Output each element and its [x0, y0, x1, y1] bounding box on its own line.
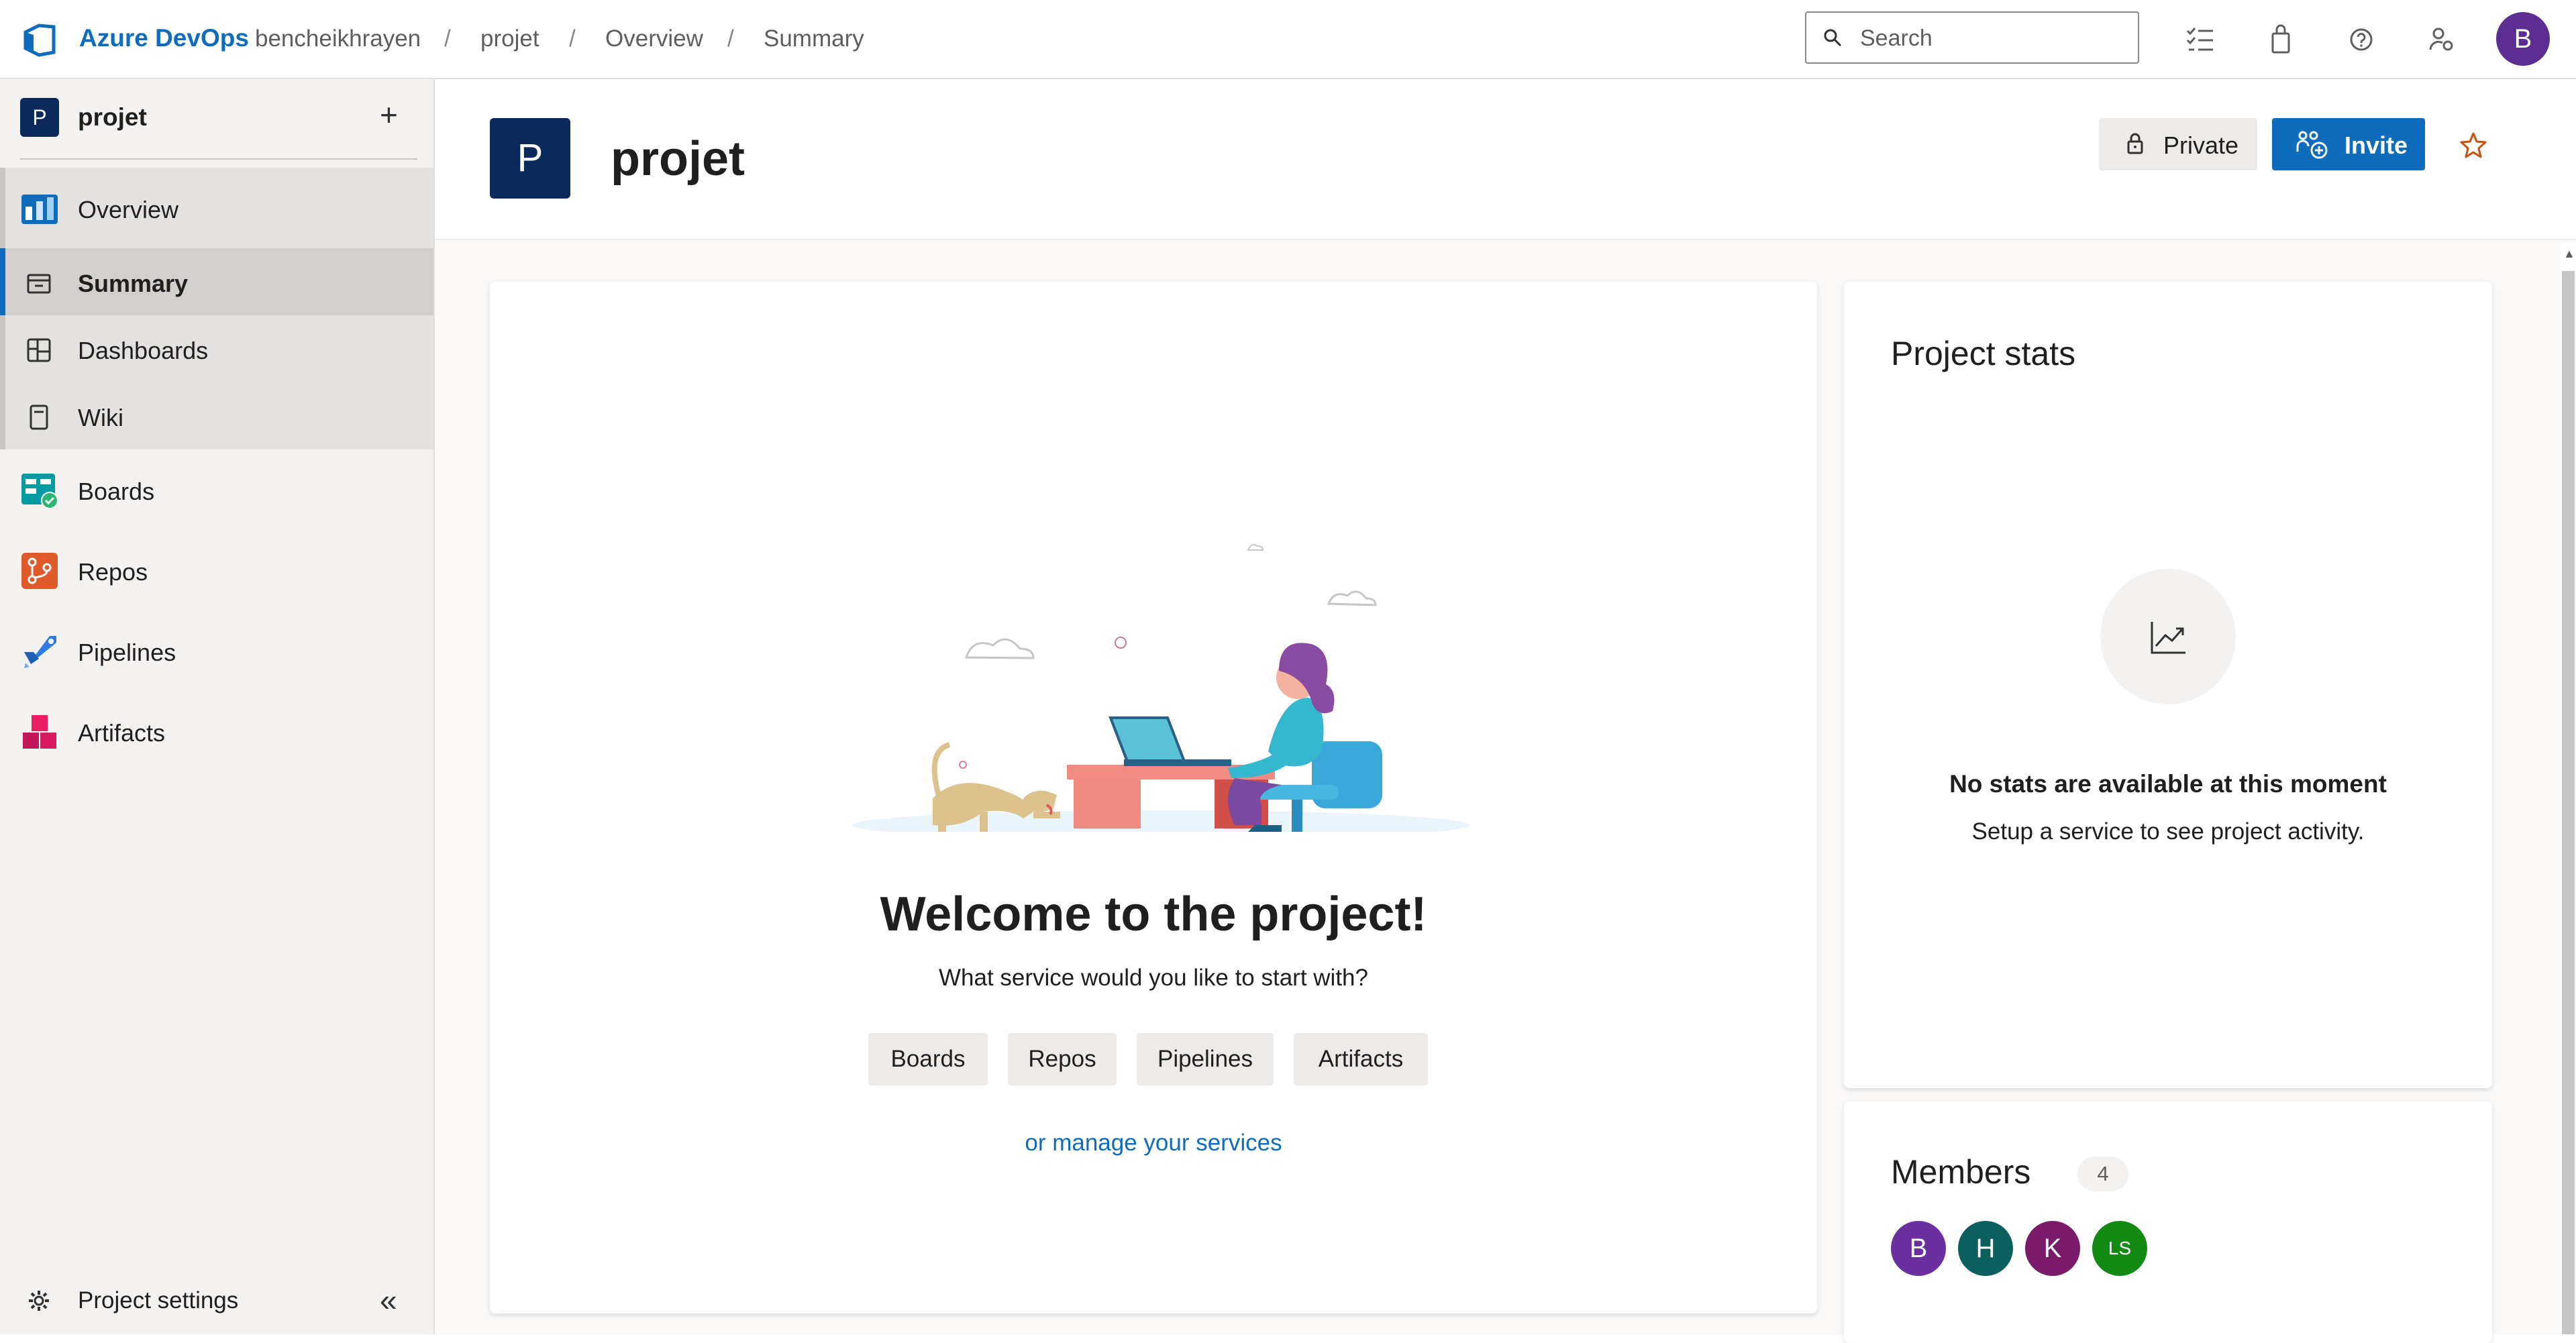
service-boards-button[interactable]: Boards [868, 1033, 988, 1085]
project-stats-title: Project stats [1891, 335, 2076, 372]
sidebar-item-dashboards[interactable]: Dashboards [0, 315, 433, 382]
artifacts-icon [23, 715, 56, 749]
breadcrumb-separator: / [444, 25, 451, 52]
azure-devops-logo-icon[interactable] [20, 20, 59, 59]
trending-chart-icon [2151, 622, 2185, 654]
main-content: P projet Private Invite Welcome to the p… [435, 79, 2576, 1343]
project-stats-card: Project stats No stats are available at … [1844, 282, 2492, 1088]
project-badge: P [20, 98, 59, 137]
member-avatar[interactable]: LS [2092, 1221, 2147, 1276]
search-icon [1824, 29, 1842, 47]
welcome-card: Welcome to the project! What service wou… [490, 282, 1817, 1313]
sidebar-project-name[interactable]: projet [78, 103, 147, 131]
brand-link[interactable]: Azure DevOps [79, 24, 249, 52]
breadcrumb-separator: / [727, 25, 734, 52]
no-stats-subtitle: Setup a service to see project activity. [1971, 818, 2365, 845]
sidebar-item-artifacts[interactable]: Artifacts [0, 698, 433, 765]
project-header: P projet Private Invite [435, 79, 2576, 240]
members-card: Members 4 B H K LS [1844, 1102, 2492, 1343]
member-avatar[interactable]: B [1891, 1221, 1946, 1276]
user-settings-icon[interactable] [2425, 23, 2459, 56]
service-artifacts-button[interactable]: Artifacts [1294, 1033, 1428, 1085]
project-settings-label: Project settings [78, 1287, 239, 1313]
summary-icon [27, 274, 51, 294]
breadcrumb-project[interactable]: projet [480, 25, 539, 52]
collapse-sidebar-icon[interactable]: « [380, 1282, 397, 1318]
welcome-title: Welcome to the project! [880, 888, 1427, 941]
gear-icon [29, 1291, 49, 1311]
sidebar-item-label: Overview [78, 196, 179, 223]
lock-icon [2127, 133, 2143, 154]
project-avatar: P [490, 118, 570, 199]
help-icon[interactable] [2345, 23, 2378, 56]
sidebar-item-overview[interactable]: Overview [0, 174, 433, 241]
sidebar-item-label: Dashboards [78, 337, 209, 364]
pipelines-icon [24, 636, 56, 668]
project-settings[interactable]: Project settings « [0, 1267, 433, 1334]
sidebar-item-repos[interactable]: Repos [0, 537, 433, 604]
member-avatar[interactable]: H [1958, 1221, 2013, 1276]
overview-icon [21, 195, 58, 224]
sidebar-item-pipelines[interactable]: Pipelines [0, 617, 433, 684]
service-pipelines-button[interactable]: Pipelines [1137, 1033, 1274, 1085]
stats-placeholder [2100, 569, 2236, 704]
search-input[interactable] [1859, 21, 2130, 56]
page-title: projet [611, 132, 745, 186]
welcome-subtitle: What service would you like to start wit… [939, 965, 1368, 991]
private-button[interactable]: Private [2099, 118, 2257, 170]
welcome-illustration [852, 544, 1470, 832]
invite-label: Invite [2345, 131, 2408, 159]
members-title: Members [1891, 1153, 2031, 1191]
scroll-up-arrow-icon[interactable]: ▲ [2563, 247, 2575, 261]
breadcrumb-organization[interactable]: bencheikhrayen [255, 25, 421, 52]
sidebar-item-summary[interactable]: Summary [0, 248, 433, 315]
user-avatar[interactable]: B [2496, 12, 2550, 66]
sidebar-item-label: Pipelines [78, 639, 176, 666]
breadcrumb-summary[interactable]: Summary [764, 25, 864, 52]
repos-icon [21, 553, 58, 589]
manage-services-link[interactable]: or manage your services [490, 1130, 1817, 1157]
sidebar-item-label: Artifacts [78, 719, 166, 747]
wiki-icon [30, 405, 48, 430]
member-avatar[interactable]: K [2025, 1221, 2080, 1276]
selected-indicator [0, 248, 5, 315]
work-items-icon[interactable] [2183, 23, 2217, 56]
top-bar: Azure DevOps bencheikhrayen / projet / O… [0, 0, 2576, 79]
marketplace-bag-icon[interactable] [2264, 23, 2298, 56]
add-icon[interactable]: + [380, 99, 398, 130]
search-box[interactable] [1805, 11, 2139, 64]
favorite-star-icon[interactable] [2459, 130, 2488, 160]
private-label: Private [2163, 131, 2239, 159]
sidebar-item-wiki[interactable]: Wiki [0, 382, 433, 449]
invite-button[interactable]: Invite [2272, 118, 2425, 170]
dashboards-icon [27, 338, 51, 362]
sidebar: P projet + Overview Summary Dashboards W… [0, 79, 435, 1334]
invite-people-icon [2296, 131, 2328, 159]
sidebar-item-label: Boards [78, 478, 155, 505]
members-count-badge: 4 [2077, 1157, 2128, 1191]
sidebar-item-label: Wiki [78, 404, 123, 431]
breadcrumb-separator: / [569, 25, 576, 52]
sidebar-divider [20, 158, 417, 160]
sidebar-item-label: Summary [78, 270, 189, 297]
service-repos-button[interactable]: Repos [1008, 1033, 1117, 1085]
boards-icon [21, 474, 58, 509]
sidebar-item-label: Repos [78, 558, 148, 586]
no-stats-title: No stats are available at this moment [1949, 770, 2387, 798]
scrollbar-thumb[interactable] [2562, 271, 2575, 1334]
sidebar-item-boards[interactable]: Boards [0, 456, 433, 523]
breadcrumb-overview[interactable]: Overview [605, 25, 703, 52]
